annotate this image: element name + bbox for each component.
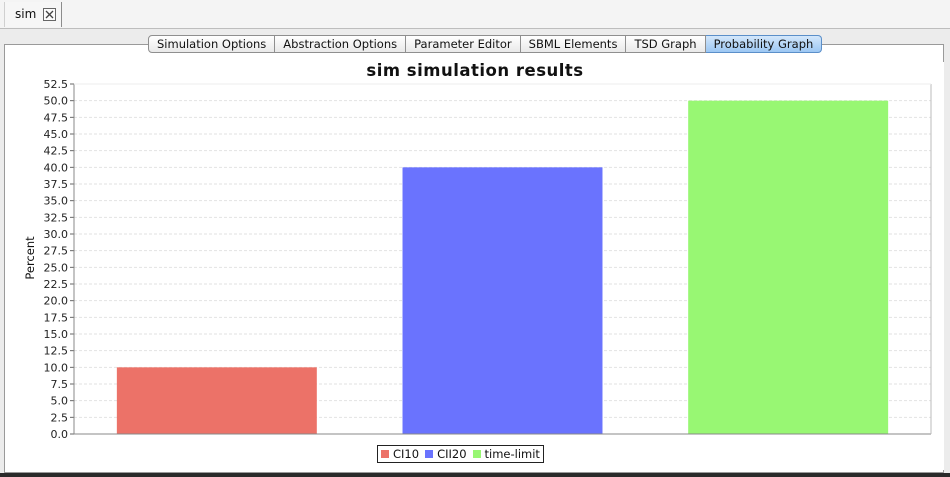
legend-item-cii20: CII20 [425,447,467,461]
subtab-bar: Simulation Options Abstraction Options P… [148,35,823,53]
bar-ci10 [116,367,317,434]
tab-probability-graph[interactable]: Probability Graph [705,35,823,53]
y-tick-label: 40.0 [44,161,69,174]
tab-tsd-graph[interactable]: TSD Graph [626,35,706,53]
window-bottom-edge [0,473,950,477]
y-tick-label: 25.0 [44,261,69,274]
y-tick-label: 47.5 [44,111,69,124]
y-tick-label: 30.0 [44,228,69,241]
y-tick-label: 42.5 [44,145,69,158]
y-tick-label: 5.0 [51,395,69,408]
tab-parameter-editor[interactable]: Parameter Editor [406,35,521,53]
legend-swatch-time-limit [472,450,481,458]
y-tick-label: 52.5 [44,78,69,91]
legend-label-ci10: CI10 [393,447,420,461]
legend-label-time-limit: time-limit [484,447,540,461]
y-tick-label: 32.5 [44,211,69,224]
tab-simulation-options[interactable]: Simulation Options [148,35,276,53]
bar-cii20 [402,167,603,435]
y-tick-label: 12.5 [44,345,69,358]
y-tick-label: 20.0 [44,295,69,308]
y-tick-label: 37.5 [44,178,69,191]
bar-chart: 0.0 2.5 5.0 7.5 10.0 12.5 15.0 17.5 20.0 22.5 25.0… [44,78,932,441]
chart-legend: CI10 CII20 time-limit [377,445,544,463]
y-tick-label: 22.5 [44,278,69,291]
legend-swatch-cii20 [425,450,434,458]
tab-abstraction-options[interactable]: Abstraction Options [275,35,407,53]
y-tick-label: 2.5 [51,411,69,424]
legend-item-time-limit: time-limit [472,447,540,461]
bar-time-limit [688,100,889,435]
tab-sbml-elements[interactable]: SBML Elements [520,35,627,53]
legend-swatch-ci10 [381,450,389,458]
y-tick-label: 17.5 [44,311,69,324]
y-tick-label: 45.0 [44,128,69,141]
y-tick-label: 7.5 [51,378,69,391]
y-tick-label: 10.0 [44,361,69,374]
y-tick-label: 35.0 [44,195,69,208]
y-tick-label: 15.0 [44,328,69,341]
y-tick-label: 0.0 [51,428,69,441]
legend-item-ci10: CI10 [381,447,419,461]
legend-label-cii20: CII20 [437,447,467,461]
y-tick-label: 50.0 [44,95,69,108]
y-tick-label: 27.5 [44,245,69,258]
